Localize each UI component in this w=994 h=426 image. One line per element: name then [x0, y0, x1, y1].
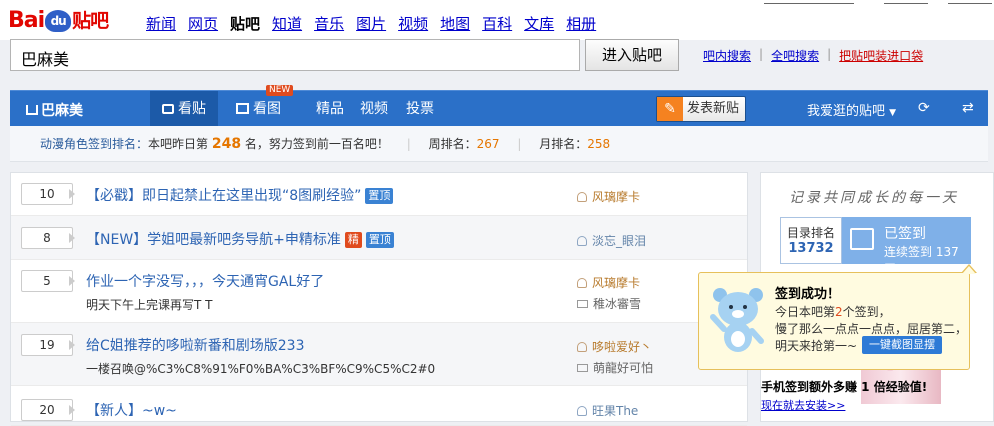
user-icon — [577, 236, 587, 246]
sign-message-2: 明天来抢第一~ — [775, 339, 858, 353]
pinned-tag: 置顶 — [365, 232, 394, 248]
user-icon — [577, 192, 587, 202]
reply-count: 19 — [21, 334, 75, 356]
swap-icon[interactable]: ⇄ — [962, 100, 974, 116]
enter-forum-button[interactable]: 进入贴吧 — [585, 39, 679, 71]
nav-map[interactable]: 地图 — [440, 13, 470, 34]
thread-author[interactable]: 哆啦爱好丶 — [592, 340, 652, 354]
reply-count: 8 — [21, 227, 75, 249]
table-row[interactable]: 5 作业一个字没写，，，今天通宵GAL好了 明天下午上完课再写T T 风璃摩卡 … — [11, 260, 747, 323]
sign-slogan: 记录共同成长的每一天 — [789, 190, 959, 206]
nav-music[interactable]: 音乐 — [314, 13, 344, 34]
forum-nav-bar: 巴麻美 看贴 看图 NEW 精品 视频 投票 ✎ 发表新贴 我爱逛的贴吧 ▼ ⟳ … — [10, 85, 988, 127]
table-row[interactable]: 19 给C姐推荐的哆啦新番和剧场版233 一楼召唤@%C3%C8%91%F0%B… — [11, 323, 747, 386]
directory-rank-value: 13732 — [788, 241, 834, 256]
nav-web[interactable]: 网页 — [188, 13, 218, 34]
tab-images[interactable]: 看图 — [224, 91, 293, 127]
sign-success-title: 签到成功！ — [775, 287, 841, 302]
thread-author[interactable]: 风璃摩卡 — [592, 190, 640, 204]
table-row[interactable]: 10 【必戳】即日起禁止在这里出现“8图刷经验” 置顶 风璃摩卡 — [11, 173, 747, 216]
tab-vote[interactable]: 投票 — [394, 91, 446, 127]
thread-title[interactable]: 【新人】~w~ — [86, 400, 177, 420]
nav-tieba[interactable]: 贴吧 — [230, 13, 260, 34]
baidu-logo[interactable]: Bai du 贴吧 — [8, 6, 109, 33]
comment-icon — [577, 300, 588, 308]
screenshot-share-button[interactable]: 一键截图显摆 — [862, 336, 942, 354]
nav-wenku[interactable]: 文库 — [524, 13, 554, 34]
last-replier[interactable]: 萌龍好可怕 — [593, 361, 653, 375]
sign-order-text: 今日本吧第2个签到， — [775, 305, 891, 319]
new-badge: NEW — [266, 85, 294, 96]
thread-preview: 一楼召唤@%C3%C8%91%F0%BA%C3%BF%C9%C5%C2#0 — [86, 362, 436, 376]
table-row[interactable]: 20 【新人】~w~ 旺果The — [11, 386, 747, 426]
reply-count: 20 — [21, 399, 75, 421]
install-now-link[interactable]: 现在就去安装>> — [761, 397, 845, 413]
user-icon — [577, 278, 587, 288]
home-icon — [26, 105, 38, 115]
divider: | — [827, 47, 832, 61]
user-links-cropped — [764, 0, 994, 6]
pinned-tag: 置顶 — [365, 188, 394, 204]
nav-video[interactable]: 视频 — [398, 13, 428, 34]
image-icon — [236, 103, 249, 114]
bear-mascot-icon — [710, 288, 764, 352]
thread-author[interactable]: 旺果The — [592, 404, 638, 418]
featured-tag: 精 — [344, 232, 362, 248]
thread-preview: 明天下午上完课再写T T — [86, 298, 213, 312]
directory-rank-box[interactable]: 目录排名 13732 — [780, 217, 842, 264]
week-rank: 267 — [476, 137, 500, 151]
search-links: 吧内搜索 | 全吧搜索 | 把贴吧装进口袋 — [703, 47, 923, 64]
search-in-forum-link[interactable]: 吧内搜索 — [703, 47, 751, 64]
user-icon — [577, 342, 587, 352]
reply-count: 5 — [21, 270, 75, 292]
signed-label: 已签到 — [884, 226, 926, 242]
nav-news[interactable]: 新闻 — [146, 13, 176, 34]
nav-album[interactable]: 相册 — [566, 13, 596, 34]
mobile-tieba-link[interactable]: 把贴吧装进口袋 — [839, 47, 923, 64]
thread-title[interactable]: 【NEW】学姐吧最新吧务导航+申精标准 — [86, 232, 341, 248]
thread-title[interactable]: 【必戳】即日起禁止在这里出现“8图刷经验” — [86, 188, 361, 204]
sign-rank-strip: 动漫角色签到排名：本吧昨日第 248 名，努力签到前一百名吧！ | 周排名：26… — [10, 126, 988, 162]
thread-title[interactable]: 给C姐推荐的哆啦新番和剧场版233 — [86, 335, 305, 355]
nav-images[interactable]: 图片 — [356, 13, 386, 34]
pencil-icon: ✎ — [657, 97, 683, 121]
nav-baike[interactable]: 百科 — [482, 13, 512, 34]
caret-down-icon: ▼ — [889, 108, 897, 118]
yesterday-rank: 248 — [211, 136, 242, 152]
reply-count: 10 — [21, 183, 75, 205]
sign-message: 慢了那么一点点一点点，屈居第二， — [775, 322, 968, 336]
forum-search-input[interactable]: 巴麻美 — [10, 39, 580, 71]
new-post-button[interactable]: ✎ 发表新贴 — [656, 96, 746, 122]
chat-icon — [162, 104, 174, 114]
signed-in-button[interactable]: 已签到 连续签到 137 天 — [842, 217, 971, 276]
promo-text: 手机签到额外多赚 1 倍经验值! — [761, 380, 928, 394]
thread-list: 10 【必戳】即日起禁止在这里出现“8图刷经验” 置顶 风璃摩卡 8 【NEW】学… — [10, 172, 748, 426]
top-nav: 新闻 网页 贴吧 知道 音乐 图片 视频 地图 百科 文库 相册 — [146, 13, 596, 34]
last-replier[interactable]: 稚冰審雪 — [593, 297, 641, 311]
thread-author[interactable]: 风璃摩卡 — [592, 276, 640, 290]
thread-title[interactable]: 作业一个字没写，，，今天通宵GAL好了 — [86, 271, 324, 291]
tab-posts[interactable]: 看贴 — [150, 91, 218, 127]
search-all-link[interactable]: 全吧搜索 — [771, 47, 819, 64]
month-rank: 258 — [587, 137, 611, 151]
nav-zhidao[interactable]: 知道 — [272, 13, 302, 34]
sign-success-popup: 签到成功！ 今日本吧第2个签到， 慢了那么一点点一点点，屈居第二， 明天来抢第一… — [698, 264, 977, 370]
comment-icon — [577, 364, 588, 372]
rank-category[interactable]: 动漫角色签到排名： — [40, 137, 148, 151]
calendar-icon — [850, 228, 874, 250]
refresh-icon[interactable]: ⟳ — [918, 100, 930, 116]
thread-author[interactable]: 淡忘_眼泪 — [592, 234, 646, 248]
tab-video[interactable]: 视频 — [348, 91, 400, 127]
favorite-forums-dropdown[interactable]: 我爱逛的贴吧 ▼ — [807, 100, 896, 119]
forum-name[interactable]: 巴麻美 — [26, 100, 83, 120]
table-row[interactable]: 8 【NEW】学姐吧最新吧务导航+申精标准精置顶 淡忘_眼泪 — [11, 216, 747, 260]
top-bar: Bai du 贴吧 新闻 网页 贴吧 知道 音乐 图片 视频 地图 百科 文库 相册 — [0, 0, 994, 40]
divider: | — [759, 47, 764, 61]
paw-icon: du — [45, 10, 72, 32]
user-icon — [577, 406, 587, 416]
